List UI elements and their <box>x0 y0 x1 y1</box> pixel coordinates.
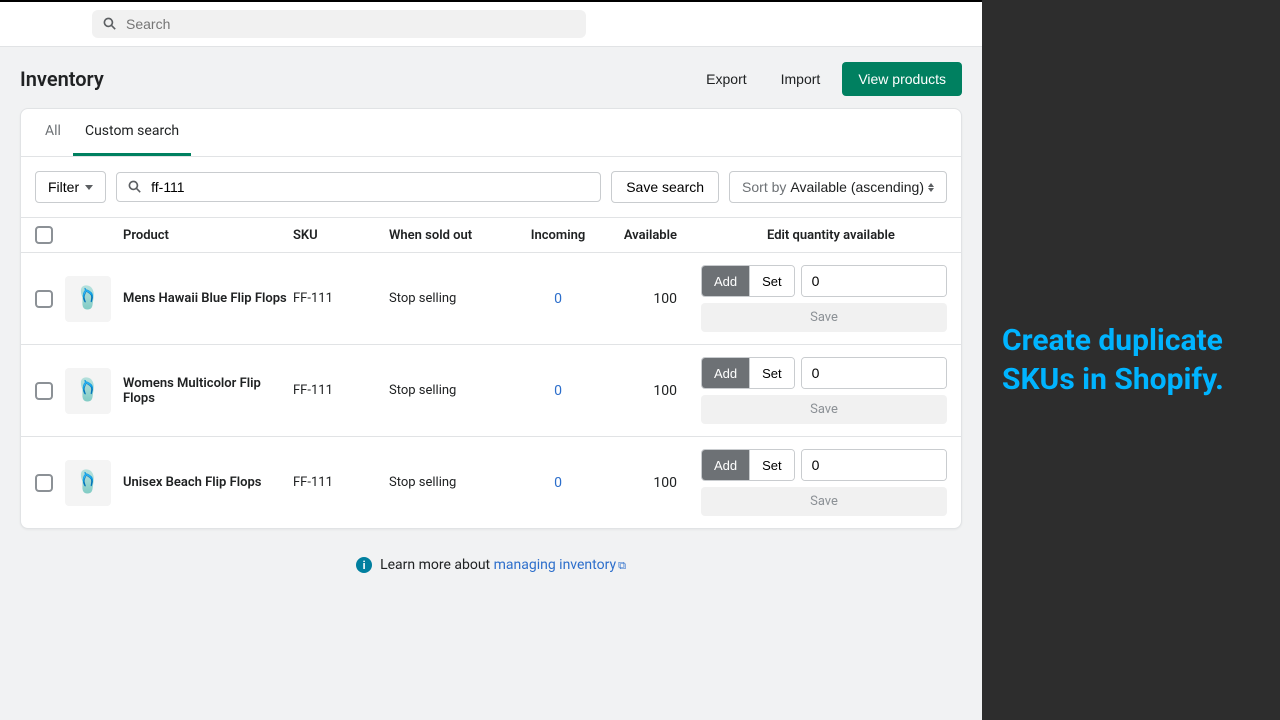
table-header: Product SKU When sold out Incoming Avail… <box>21 217 961 252</box>
caret-down-icon <box>85 185 93 190</box>
add-mode-button[interactable]: Add <box>702 450 749 480</box>
save-qty-button[interactable]: Save <box>701 395 947 424</box>
view-products-button[interactable]: View products <box>842 62 962 96</box>
search-icon <box>127 179 143 195</box>
product-thumbnail[interactable]: 🩴 <box>65 460 111 506</box>
managing-inventory-link[interactable]: managing inventory⧉ <box>494 557 626 573</box>
filter-search-input[interactable] <box>151 179 590 195</box>
when-sold-out-value: Stop selling <box>389 291 519 306</box>
tab-custom-search[interactable]: Custom search <box>73 109 191 156</box>
info-icon: i <box>356 557 372 573</box>
save-search-button[interactable]: Save search <box>611 171 719 203</box>
filter-label: Filter <box>48 179 79 195</box>
learn-more: i Learn more about managing inventory⧉ <box>0 529 982 601</box>
qty-input[interactable] <box>802 450 947 480</box>
filter-search[interactable] <box>116 172 601 202</box>
save-qty-button[interactable]: Save <box>701 303 947 332</box>
col-available: Available <box>597 228 697 243</box>
sku-value: FF-111 <box>293 383 389 398</box>
qty-mode-toggle: Add Set <box>701 357 795 389</box>
save-qty-button[interactable]: Save <box>701 487 947 516</box>
available-value: 100 <box>597 475 697 491</box>
add-mode-button[interactable]: Add <box>702 358 749 388</box>
when-sold-out-value: Stop selling <box>389 475 519 490</box>
table-row: 🩴 Mens Hawaii Blue Flip Flops FF-111 Sto… <box>21 252 961 344</box>
tab-all[interactable]: All <box>33 109 73 156</box>
main-panel: Inventory Export Import View products Al… <box>0 0 982 720</box>
incoming-value[interactable]: 0 <box>519 291 597 307</box>
tabs: All Custom search <box>21 109 961 157</box>
product-thumbnail[interactable]: 🩴 <box>65 368 111 414</box>
import-button[interactable]: Import <box>769 63 833 95</box>
product-name[interactable]: Mens Hawaii Blue Flip Flops <box>123 291 293 306</box>
global-search-input[interactable] <box>126 16 576 32</box>
search-icon <box>102 16 118 32</box>
row-checkbox[interactable] <box>35 290 53 308</box>
available-value: 100 <box>597 291 697 307</box>
learn-prefix: Learn more about <box>380 557 494 573</box>
sort-button[interactable]: Sort by Available (ascending) <box>729 171 947 203</box>
inventory-card: All Custom search Filter Save search Sor… <box>20 108 962 529</box>
qty-input[interactable] <box>802 266 947 296</box>
external-link-icon: ⧉ <box>618 559 626 573</box>
topbar <box>0 0 982 47</box>
page-title: Inventory <box>20 67 104 91</box>
filters-row: Filter Save search Sort by Available (as… <box>21 157 961 217</box>
set-mode-button[interactable]: Set <box>749 450 794 480</box>
product-thumbnail[interactable]: 🩴 <box>65 276 111 322</box>
table-row: 🩴 Unisex Beach Flip Flops FF-111 Stop se… <box>21 436 961 528</box>
available-value: 100 <box>597 383 697 399</box>
filter-button[interactable]: Filter <box>35 171 106 203</box>
table-row: 🩴 Womens Multicolor Flip Flops FF-111 St… <box>21 344 961 436</box>
col-sku: SKU <box>293 228 389 243</box>
col-incoming: Incoming <box>519 228 597 243</box>
qty-mode-toggle: Add Set <box>701 265 795 297</box>
row-checkbox[interactable] <box>35 382 53 400</box>
sku-value: FF-111 <box>293 291 389 306</box>
col-when-sold-out: When sold out <box>389 228 519 243</box>
product-name[interactable]: Unisex Beach Flip Flops <box>123 475 293 490</box>
global-search[interactable] <box>92 10 586 38</box>
annotation-sidebar: Create duplicate SKUs in Shopify. <box>982 0 1280 720</box>
qty-mode-toggle: Add Set <box>701 449 795 481</box>
incoming-value[interactable]: 0 <box>519 475 597 491</box>
sort-value: Available (ascending) <box>790 179 924 195</box>
add-mode-button[interactable]: Add <box>702 266 749 296</box>
qty-input[interactable] <box>802 358 947 388</box>
product-name[interactable]: Womens Multicolor Flip Flops <box>123 376 293 406</box>
when-sold-out-value: Stop selling <box>389 383 519 398</box>
col-edit-qty: Edit quantity available <box>697 228 947 243</box>
col-product: Product <box>123 228 293 243</box>
incoming-value[interactable]: 0 <box>519 383 597 399</box>
row-checkbox[interactable] <box>35 474 53 492</box>
annotation-text: Create duplicate SKUs in Shopify. <box>1002 321 1260 399</box>
sort-icon <box>928 183 934 192</box>
export-button[interactable]: Export <box>694 63 758 95</box>
set-mode-button[interactable]: Set <box>749 266 794 296</box>
set-mode-button[interactable]: Set <box>749 358 794 388</box>
sort-prefix: Sort by <box>742 179 786 195</box>
select-all-checkbox[interactable] <box>35 226 53 244</box>
page-header: Inventory Export Import View products <box>0 47 982 108</box>
sku-value: FF-111 <box>293 475 389 490</box>
